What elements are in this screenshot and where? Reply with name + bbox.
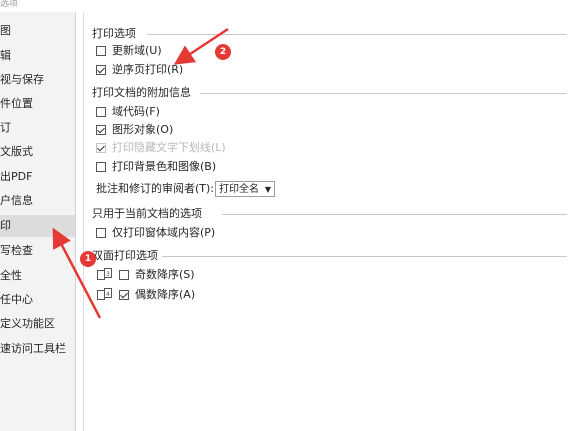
even-reverse-label: 偶数降序(A) [135, 288, 196, 301]
drawing-objects-option[interactable]: 图形对象(O) [96, 122, 173, 138]
hidden-text-label: 打印隐藏文字下划线(L) [112, 141, 226, 154]
sidebar-item-0[interactable]: 图 [0, 20, 75, 42]
section-duplex-title: 双面打印选项 [92, 249, 158, 262]
field-codes-label: 域代码(F) [112, 105, 160, 118]
sidebar-item-1[interactable]: 辑 [0, 45, 75, 67]
odd-reverse-label: 奇数降序(S) [135, 268, 195, 281]
section-divider [200, 93, 567, 94]
hidden-text-option: 打印隐藏文字下划线(L) [96, 140, 226, 156]
update-fields-label: 更新域(U) [112, 44, 162, 57]
sidebar-item-6[interactable]: 出PDF [0, 166, 75, 188]
sidebar-item-3[interactable]: 件位置 [0, 93, 75, 115]
reverse-order-checkbox[interactable] [96, 65, 106, 75]
background-option[interactable]: 打印背景色和图像(B) [96, 159, 216, 175]
window-title: 选项 [0, 0, 575, 12]
sidebar-item-11[interactable]: 任中心 [0, 289, 75, 311]
field-codes-option[interactable]: 域代码(F) [96, 104, 160, 120]
sidebar-item-4[interactable]: 订 [0, 117, 75, 139]
form-data-option[interactable]: 仅打印窗体域内容(P) [96, 225, 215, 241]
svg-text:3: 3 [106, 271, 110, 278]
annotation-badge-2: 2 [215, 44, 231, 60]
drawing-objects-checkbox[interactable] [96, 125, 106, 135]
chevron-down-icon: ▼ [264, 185, 271, 194]
section-divider [162, 256, 567, 257]
reviewer-row: 批注和修订的审阅者(T): [96, 181, 214, 197]
reverse-order-label: 逆序页打印(R) [112, 63, 184, 76]
reviewer-select-value: 打印全名 [219, 184, 259, 195]
sidebar-item-13[interactable]: 速访问工具栏 [0, 338, 75, 360]
sidebar-item-5[interactable]: 文版式 [0, 141, 75, 163]
sidebar-item-9[interactable]: 写检查 [0, 240, 75, 262]
form-data-label: 仅打印窗体域内容(P) [112, 226, 216, 239]
svg-text:4: 4 [106, 291, 110, 298]
section-divider [147, 34, 567, 35]
sidebar-item-12[interactable]: 定义功能区 [0, 313, 75, 335]
options-sidebar: 图 辑 视与保存 件位置 订 文版式 出PDF 户信息 印 写检查 全性 任中心… [0, 12, 76, 431]
hidden-text-checkbox [96, 143, 106, 153]
update-fields-option[interactable]: 更新域(U) [96, 43, 162, 59]
update-fields-checkbox[interactable] [96, 46, 106, 56]
field-codes-checkbox[interactable] [96, 107, 106, 117]
section-extra-info-title: 打印文档的附加信息 [92, 86, 191, 99]
annotation-badge-1: 1 [80, 251, 96, 267]
background-label: 打印背景色和图像(B) [112, 160, 217, 173]
background-checkbox[interactable] [96, 162, 106, 172]
section-divider [222, 214, 567, 215]
reverse-order-option[interactable]: 逆序页打印(R) [96, 62, 183, 78]
duplex-even-icon: 4 [97, 288, 113, 301]
sidebar-item-2[interactable]: 视与保存 [0, 69, 75, 91]
form-data-checkbox[interactable] [96, 228, 106, 238]
sidebar-item-10[interactable]: 全性 [0, 265, 75, 287]
drawing-objects-label: 图形对象(O) [112, 123, 174, 136]
odd-reverse-option[interactable]: 奇数降序(S) [119, 267, 195, 283]
even-reverse-checkbox[interactable] [119, 290, 129, 300]
sidebar-item-print[interactable]: 印 [0, 215, 75, 237]
duplex-odd-icon: 3 [97, 268, 113, 281]
sidebar-item-7[interactable]: 户信息 [0, 190, 75, 212]
reviewer-label: 批注和修订的审阅者(T): [96, 182, 215, 195]
reviewer-select[interactable]: 打印全名 ▼ [215, 181, 275, 197]
section-print-options-title: 打印选项 [92, 27, 136, 40]
section-current-doc-title: 只用于当前文档的选项 [92, 207, 202, 220]
odd-reverse-checkbox[interactable] [119, 270, 129, 280]
even-reverse-option[interactable]: 偶数降序(A) [119, 287, 195, 303]
